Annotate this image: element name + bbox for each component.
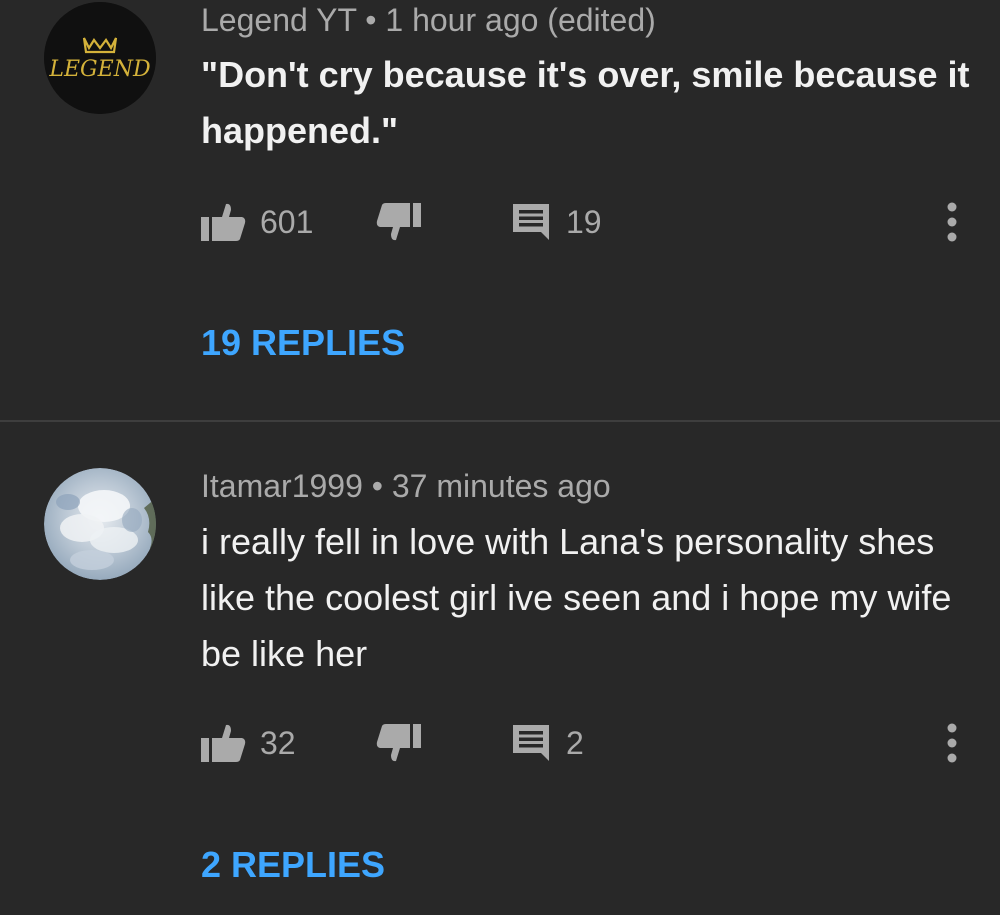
more-options-button[interactable] (938, 199, 966, 245)
comment-item: LEGEND Legend YT • 1 hour ago (edited) "… (0, 0, 1000, 420)
comment-meta: Itamar1999 • 37 minutes ago (201, 468, 611, 505)
comment-actions: 32 2 (0, 714, 1000, 774)
like-count: 32 (260, 724, 296, 761)
reply-count: 19 (566, 203, 602, 240)
author-name[interactable]: Legend YT (201, 2, 356, 38)
thumb-up-icon (201, 724, 246, 762)
comment-time: 37 minutes ago (391, 468, 611, 504)
thumb-up-icon (201, 203, 246, 241)
meta-separator: • (371, 468, 383, 504)
thumb-down-icon (376, 724, 421, 762)
comment-meta: Legend YT • 1 hour ago (edited) (201, 2, 656, 39)
sky-photo-icon (44, 468, 156, 580)
comment-item: Itamar1999 • 37 minutes ago i really fel… (0, 422, 1000, 915)
reply-button[interactable]: 19 (510, 199, 602, 245)
more-options-button[interactable] (938, 720, 966, 766)
avatar[interactable]: LEGEND (44, 2, 156, 114)
reply-count: 2 (566, 724, 584, 761)
comment-time: 1 hour ago (edited) (385, 2, 656, 38)
more-vert-icon (947, 723, 957, 763)
comment-text: i really fell in love with Lana's person… (201, 521, 952, 674)
like-button[interactable]: 601 (200, 199, 313, 245)
like-button[interactable]: 32 (200, 720, 296, 766)
meta-separator: • (365, 2, 377, 38)
thumb-down-icon (376, 203, 421, 241)
more-vert-icon (947, 202, 957, 242)
author-name[interactable]: Itamar1999 (201, 468, 363, 504)
like-count: 601 (260, 203, 314, 240)
legend-logo-icon: LEGEND (44, 2, 156, 114)
comment-icon (513, 204, 549, 240)
view-replies-link[interactable]: 19 REPLIES (201, 322, 405, 364)
comment-actions: 601 19 (0, 193, 1000, 253)
view-replies-link[interactable]: 2 REPLIES (201, 844, 385, 886)
reply-button[interactable]: 2 (510, 720, 584, 766)
dislike-button[interactable] (376, 720, 422, 766)
avatar[interactable] (44, 468, 156, 580)
avatar-logo-text: LEGEND (48, 57, 151, 82)
dislike-button[interactable] (376, 199, 422, 245)
comment-text: "Don't cry because it's over, smile beca… (201, 54, 970, 151)
comment-icon (513, 725, 549, 761)
